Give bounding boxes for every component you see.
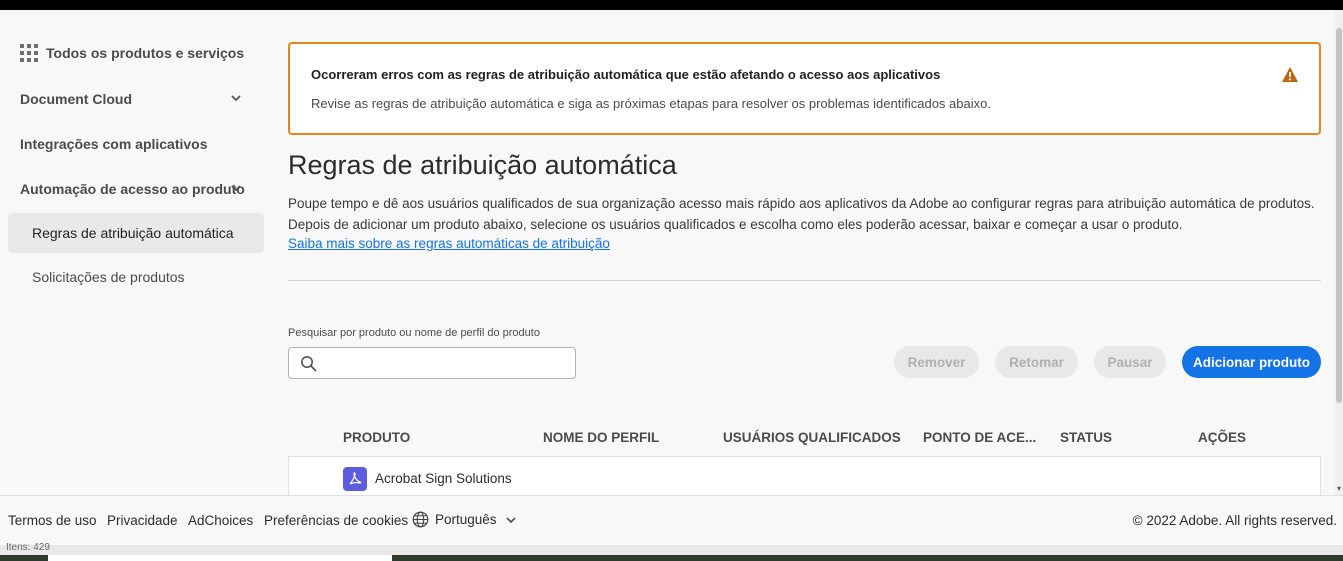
main-content: Ocorreram erros com as regras de atribui… [272, 10, 1335, 495]
column-header-access-point[interactable]: PONTO DE ACE... [923, 430, 1036, 445]
terms-link[interactable]: Termos de uso [8, 513, 97, 528]
sidebar-item-label: Integrações com aplicativos [20, 136, 208, 152]
error-alert: Ocorreram erros com as regras de atribui… [288, 42, 1321, 135]
column-header-actions: AÇÕES [1198, 430, 1247, 445]
search-field[interactable] [288, 347, 576, 379]
search-label: Pesquisar por produto ou nome de perfil … [288, 327, 540, 339]
chevron-down-icon [231, 185, 241, 192]
sidebar-item-document-cloud[interactable]: Document Cloud [8, 79, 264, 119]
sidebar-item-label: Todos os produtos e serviços [46, 45, 245, 61]
sidebar-item-auto-assignment-rules[interactable]: Regras de atribuição automática [8, 213, 264, 253]
sidebar-item-product-requests[interactable]: Solicitações de produtos [8, 257, 264, 297]
cookie-preferences-link[interactable]: Preferências de cookies [264, 513, 408, 528]
copyright-text: © 2022 Adobe. All rights reserved. [1132, 513, 1337, 528]
page-title: Regras de atribuição automática [288, 150, 677, 180]
column-header-profile-name[interactable]: NOME DO PERFIL [543, 430, 659, 445]
privacy-link[interactable]: Privacidade [107, 513, 178, 528]
pause-button[interactable]: Pausar [1094, 346, 1166, 378]
chevron-down-icon [505, 516, 516, 523]
alert-text: Revise as regras de atribuição automátic… [311, 96, 991, 111]
chevron-down-icon [231, 95, 241, 102]
remove-button[interactable]: Remover [894, 346, 979, 378]
window-top-bar [0, 0, 1343, 10]
table-row[interactable]: Acrobat Sign Solutions [288, 456, 1321, 495]
grid-icon [20, 44, 38, 62]
sidebar-item-label: Solicitações de produtos [32, 269, 185, 285]
alert-title: Ocorreram erros com as regras de atribui… [311, 67, 941, 82]
sidebar-item-app-integrations[interactable]: Integrações com aplicativos [8, 124, 264, 164]
language-selector[interactable]: Português [412, 511, 517, 528]
status-bar-text: Itens: 429 [6, 542, 50, 553]
search-icon [301, 356, 317, 372]
taskbar-strip [0, 555, 1343, 561]
footer: Termos de uso Privacidade AdChoices Pref… [0, 495, 1343, 545]
page-description: Poupe tempo e dê aos usuários qualificad… [288, 196, 1315, 232]
resume-button[interactable]: Retomar [995, 346, 1078, 378]
column-header-qualified-users[interactable]: USUÁRIOS QUALIFICADOS [723, 430, 901, 445]
learn-more-link[interactable]: Saiba mais sobre as regras automáticas d… [288, 236, 610, 251]
sidebar: Todos os produtos e serviços Document Cl… [0, 10, 272, 495]
sidebar-item-all-products[interactable]: Todos os produtos e serviços [8, 33, 264, 73]
column-header-product[interactable]: PRODUTO [343, 430, 410, 445]
adchoices-link[interactable]: AdChoices [188, 513, 253, 528]
scroll-down-arrow-icon[interactable]: ▾ [1335, 484, 1343, 493]
vertical-scrollbar[interactable]: ▾ [1335, 10, 1343, 495]
sidebar-item-product-access-automation[interactable]: Automação de acesso ao produto [8, 169, 264, 209]
column-header-status[interactable]: STATUS [1060, 430, 1112, 445]
search-input[interactable] [323, 352, 568, 374]
scrollbar-thumb[interactable] [1336, 28, 1342, 403]
alert-triangle-icon [1282, 67, 1298, 82]
language-label: Português [435, 512, 497, 527]
sidebar-item-label: Document Cloud [20, 91, 132, 107]
sidebar-item-label: Automação de acesso ao produto [20, 181, 245, 197]
divider [288, 280, 1321, 281]
globe-icon [412, 511, 429, 528]
add-product-button[interactable]: Adicionar produto [1182, 346, 1321, 378]
acrobat-sign-icon [343, 467, 367, 491]
product-name: Acrobat Sign Solutions [375, 471, 512, 486]
sidebar-item-label: Regras de atribuição automática [32, 225, 234, 241]
